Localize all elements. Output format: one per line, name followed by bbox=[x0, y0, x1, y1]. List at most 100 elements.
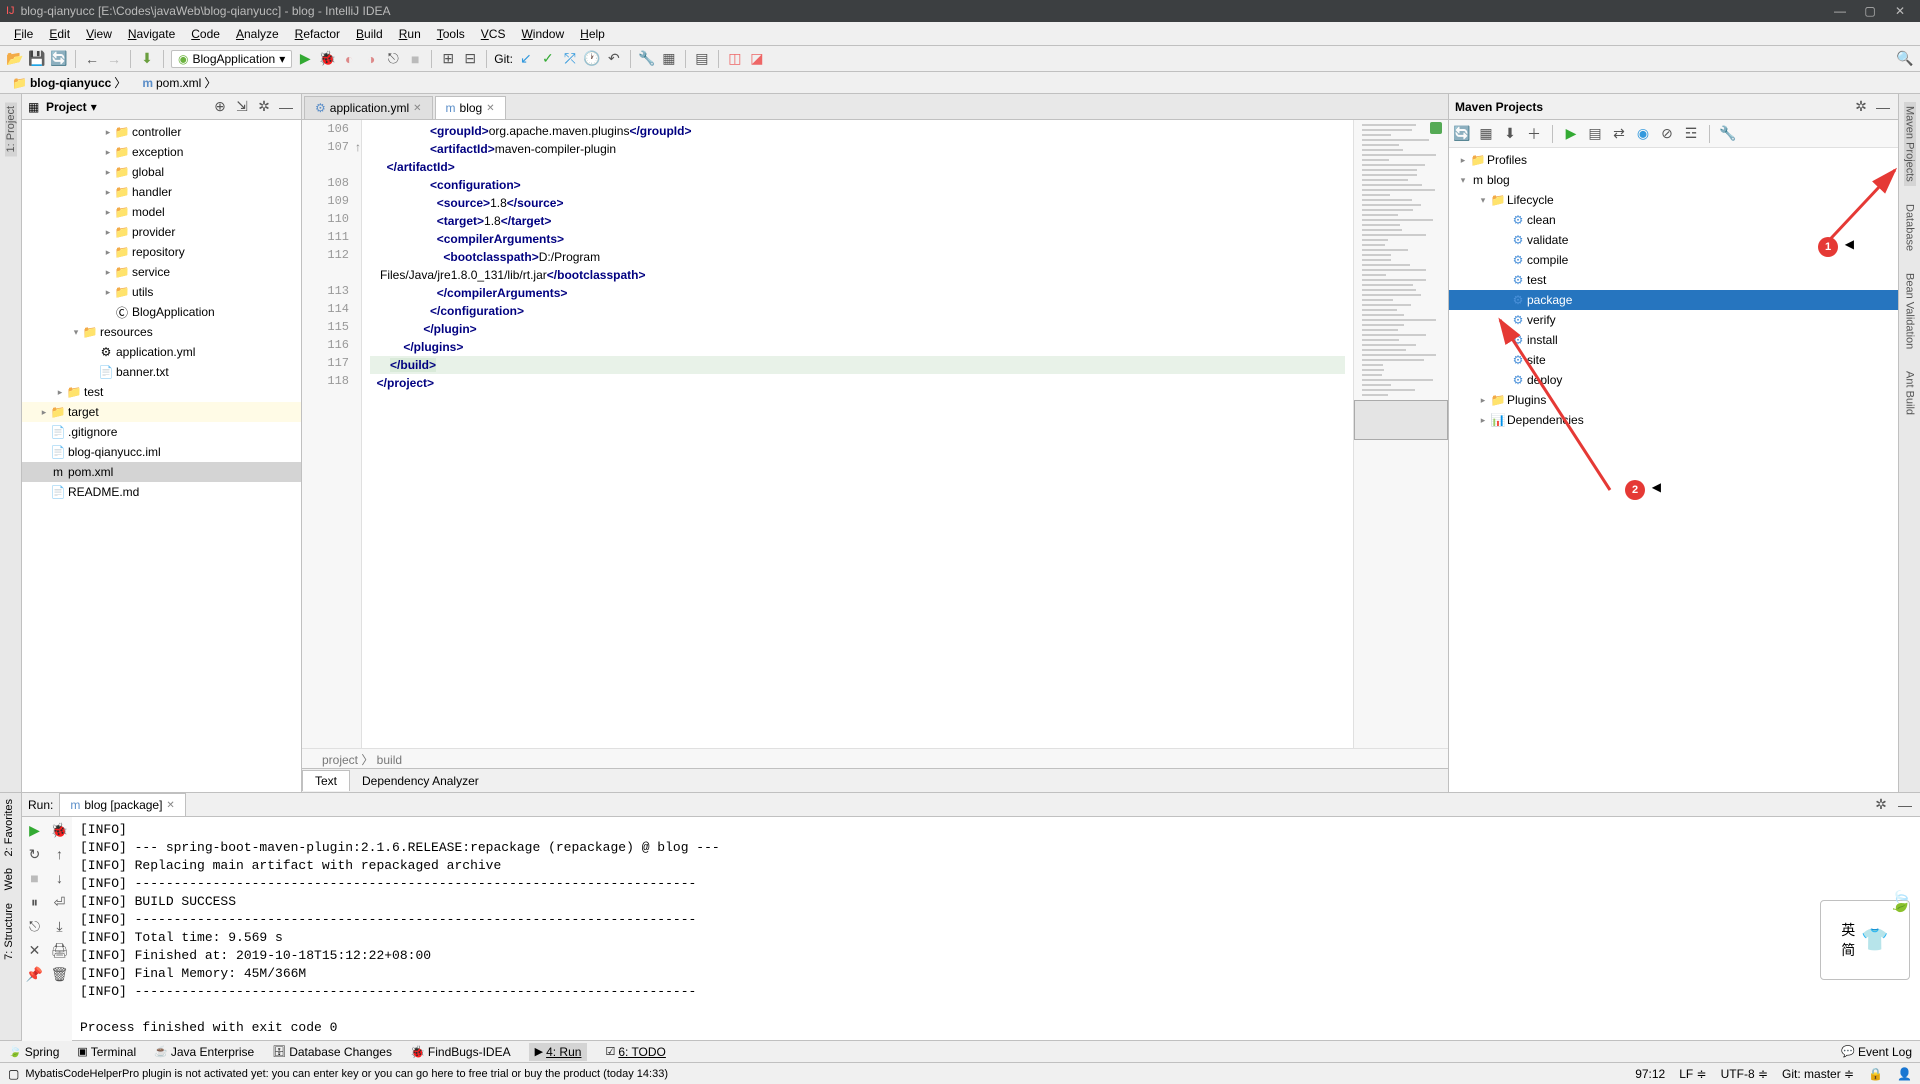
exec-icon[interactable]: ▤ bbox=[1586, 125, 1604, 143]
tree-item-banner-txt[interactable]: 📄banner.txt bbox=[22, 362, 301, 382]
tree-item-global[interactable]: ▸📁global bbox=[22, 162, 301, 182]
findbugs-button[interactable]: 🐞 FindBugs-IDEA bbox=[410, 1045, 511, 1059]
menu-vcs[interactable]: VCS bbox=[473, 24, 514, 44]
sync-icon[interactable]: 🔄 bbox=[50, 50, 68, 68]
tree-item-test[interactable]: ▸📁test bbox=[22, 382, 301, 402]
restart-icon[interactable]: ↻ bbox=[26, 845, 44, 863]
tree-item--gitignore[interactable]: 📄.gitignore bbox=[22, 422, 301, 442]
dropdown-icon[interactable]: ▾ bbox=[91, 100, 97, 114]
rerun-icon[interactable]: ▶ bbox=[26, 821, 44, 839]
structure-tab[interactable]: 7: Structure bbox=[0, 897, 18, 966]
tree-item-readme-md[interactable]: 📄README.md bbox=[22, 482, 301, 502]
encoding[interactable]: UTF-8 ≑ bbox=[1721, 1067, 1768, 1081]
bean-tab[interactable]: Bean Validation bbox=[1904, 269, 1916, 353]
gear-icon[interactable]: ✲ bbox=[1852, 98, 1870, 116]
tree-item-blogapplication[interactable]: ⒸBlogApplication bbox=[22, 302, 301, 322]
menu-refactor[interactable]: Refactor bbox=[287, 24, 348, 44]
hector-icon[interactable]: 👤 bbox=[1897, 1067, 1912, 1081]
profile-icon[interactable]: ◑ bbox=[362, 50, 380, 68]
tree-item-application-yml[interactable]: ⚙application.yml bbox=[22, 342, 301, 362]
editor-bottom-tab-dependency-analyzer[interactable]: Dependency Analyzer bbox=[350, 771, 491, 791]
maven-item-verify[interactable]: ⚙verify bbox=[1449, 310, 1898, 330]
skip-icon[interactable]: ⊘ bbox=[1658, 125, 1676, 143]
tree-item-service[interactable]: ▸📁service bbox=[22, 262, 301, 282]
favorites-tab[interactable]: 2: Favorites bbox=[0, 793, 18, 862]
close-icon[interactable]: ✕ bbox=[1894, 5, 1906, 17]
close-icon[interactable]: ✕ bbox=[413, 103, 421, 114]
maven-item-plugins[interactable]: ▸📁Plugins bbox=[1449, 390, 1898, 410]
collapse-icon[interactable]: ⇲ bbox=[233, 98, 251, 116]
crumb-root[interactable]: 📁 blog-qianyucc 〉 bbox=[6, 73, 132, 92]
maven-item-blog[interactable]: ▾mblog bbox=[1449, 170, 1898, 190]
status-icon[interactable]: ▢ bbox=[8, 1067, 19, 1081]
up-icon[interactable]: ↑ bbox=[51, 845, 69, 863]
close-icon[interactable]: ✕ bbox=[166, 800, 174, 811]
menu-help[interactable]: Help bbox=[572, 24, 613, 44]
stop-icon[interactable]: ■ bbox=[26, 869, 44, 887]
git-update-icon[interactable]: ↙ bbox=[517, 50, 535, 68]
gear-icon[interactable]: ✲ bbox=[255, 98, 273, 116]
tree-item-model[interactable]: ▸📁model bbox=[22, 202, 301, 222]
scroll-icon[interactable]: ⤓ bbox=[51, 917, 69, 935]
wrench-icon[interactable]: 🔧 bbox=[1719, 125, 1737, 143]
git-compare-icon[interactable]: ⤱ bbox=[561, 50, 579, 68]
tree-item-repository[interactable]: ▸📁repository bbox=[22, 242, 301, 262]
run-config-selector[interactable]: ◉ BlogApplication ▾ bbox=[171, 50, 292, 68]
tree-item-blog-qianyucc-iml[interactable]: 📄blog-qianyucc.iml bbox=[22, 442, 301, 462]
attach-icon[interactable]: ⎋ bbox=[384, 50, 402, 68]
reimport-icon[interactable]: 🔄 bbox=[1453, 125, 1471, 143]
hide-icon[interactable]: — bbox=[1896, 796, 1914, 814]
maven-item-install[interactable]: ⚙install bbox=[1449, 330, 1898, 350]
menu-edit[interactable]: Edit bbox=[41, 24, 78, 44]
maven-tab[interactable]: Maven Projects bbox=[1904, 102, 1916, 186]
tree-item-resources[interactable]: ▾📁resources bbox=[22, 322, 301, 342]
menu-navigate[interactable]: Navigate bbox=[120, 24, 183, 44]
hide-icon[interactable]: — bbox=[277, 98, 295, 116]
search-icon[interactable]: 🔍 bbox=[1896, 50, 1914, 68]
misc1-icon[interactable]: ◫ bbox=[726, 50, 744, 68]
web-tab[interactable]: Web bbox=[0, 862, 18, 896]
gear-icon[interactable]: ✲ bbox=[1872, 796, 1890, 814]
project-tab[interactable]: 1: Project bbox=[5, 102, 17, 156]
toggle-icon[interactable]: ⇄ bbox=[1610, 125, 1628, 143]
maven-item-clean[interactable]: ⚙clean bbox=[1449, 210, 1898, 230]
db-changes-button[interactable]: 🗄 Database Changes bbox=[272, 1045, 392, 1059]
layout-icon[interactable]: ⊞ bbox=[439, 50, 457, 68]
maven-item-lifecycle[interactable]: ▾📁Lifecycle bbox=[1449, 190, 1898, 210]
maven-item-dependencies[interactable]: ▸📊Dependencies bbox=[1449, 410, 1898, 430]
editor-bottom-tab-text[interactable]: Text bbox=[302, 770, 350, 791]
print-icon[interactable]: 🖨 bbox=[51, 941, 69, 959]
spring-button[interactable]: 🍃 Spring bbox=[8, 1045, 59, 1059]
pause-icon[interactable]: ⏸ bbox=[26, 893, 44, 911]
event-log-button[interactable]: 💬 Event Log bbox=[1841, 1045, 1912, 1059]
add-icon[interactable]: ＋ bbox=[1525, 125, 1543, 143]
maven-item-site[interactable]: ⚙site bbox=[1449, 350, 1898, 370]
todo-button[interactable]: ☑ 6: TODO bbox=[605, 1045, 665, 1059]
wrap-icon[interactable]: ⏎ bbox=[51, 893, 69, 911]
menu-file[interactable]: File bbox=[6, 24, 41, 44]
assistant-widget[interactable]: 英 简 👕 🍃 bbox=[1820, 900, 1910, 980]
menu-code[interactable]: Code bbox=[183, 24, 228, 44]
minimize-icon[interactable]: — bbox=[1834, 5, 1846, 17]
lock-icon[interactable]: 🔒 bbox=[1868, 1067, 1883, 1081]
menu-window[interactable]: Window bbox=[513, 24, 572, 44]
stop-icon[interactable]: ■ bbox=[406, 50, 424, 68]
run-tab[interactable]: m blog [package] ✕ bbox=[59, 793, 185, 816]
db-icon[interactable]: ▤ bbox=[693, 50, 711, 68]
target-icon[interactable]: ⊕ bbox=[211, 98, 229, 116]
menu-view[interactable]: View bbox=[78, 24, 120, 44]
run-output[interactable]: [INFO] [INFO] --- spring-boot-maven-plug… bbox=[72, 817, 1920, 1041]
exit-icon[interactable]: ⎋ bbox=[26, 917, 44, 935]
menu-build[interactable]: Build bbox=[348, 24, 391, 44]
git-history-icon[interactable]: 🕐 bbox=[583, 50, 601, 68]
back-icon[interactable]: ← bbox=[83, 50, 101, 68]
maven-item-deploy[interactable]: ⚙deploy bbox=[1449, 370, 1898, 390]
offline-icon[interactable]: ◉ bbox=[1634, 125, 1652, 143]
run-icon[interactable]: ▶ bbox=[296, 50, 314, 68]
project-struct-icon[interactable]: ▦ bbox=[660, 50, 678, 68]
tree-item-provider[interactable]: ▸📁provider bbox=[22, 222, 301, 242]
menu-analyze[interactable]: Analyze bbox=[228, 24, 287, 44]
editor-tab-blog[interactable]: mblog✕ bbox=[435, 96, 506, 119]
download-icon[interactable]: ⬇ bbox=[1501, 125, 1519, 143]
forward-icon[interactable]: → bbox=[105, 50, 123, 68]
